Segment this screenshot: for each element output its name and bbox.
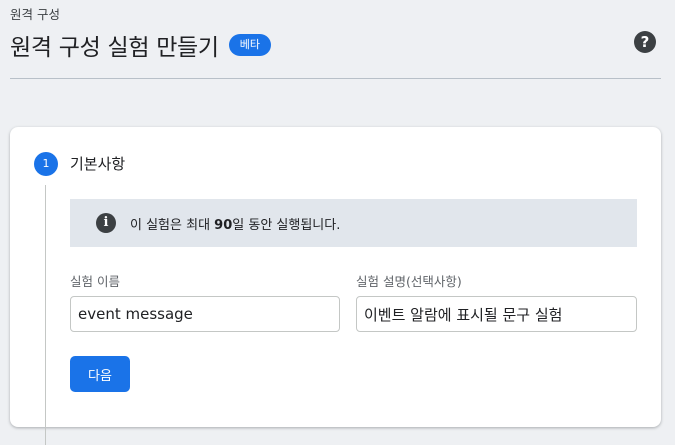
- info-banner: i 이 실험은 최대 90일 동안 실행됩니다.: [70, 199, 637, 247]
- title-row: 원격 구성 실험 만들기 베타: [10, 28, 272, 62]
- step-number-badge: 1: [34, 152, 58, 176]
- page-header: 원격 구성 원격 구성 실험 만들기 베타 ?: [0, 0, 675, 80]
- experiment-description-input[interactable]: [356, 296, 637, 332]
- info-text-before: 이 실험은 최대: [130, 217, 215, 233]
- help-icon[interactable]: ?: [634, 31, 656, 53]
- step-title: 기본사항: [70, 155, 126, 173]
- info-text: 이 실험은 최대 90일 동안 실행됩니다.: [130, 214, 340, 233]
- header-divider: [10, 78, 661, 79]
- info-text-days: 90: [214, 217, 233, 233]
- experiment-card: 1 기본사항 i 이 실험은 최대 90일 동안 실행됩니다. 실험 이름 실험…: [10, 127, 661, 445]
- breadcrumb[interactable]: 원격 구성: [10, 4, 60, 23]
- page-title: 원격 구성 실험 만들기: [10, 35, 219, 61]
- experiment-name-label: 실험 이름: [70, 274, 120, 289]
- next-button[interactable]: 다음: [70, 356, 130, 392]
- experiment-description-label: 실험 설명(선택사항): [356, 274, 462, 289]
- info-text-after: 일 동안 실행됩니다.: [232, 217, 341, 233]
- info-icon: i: [96, 213, 116, 233]
- experiment-name-input[interactable]: [70, 296, 340, 332]
- stepper-line: [45, 185, 46, 445]
- beta-badge: 베타: [228, 34, 272, 56]
